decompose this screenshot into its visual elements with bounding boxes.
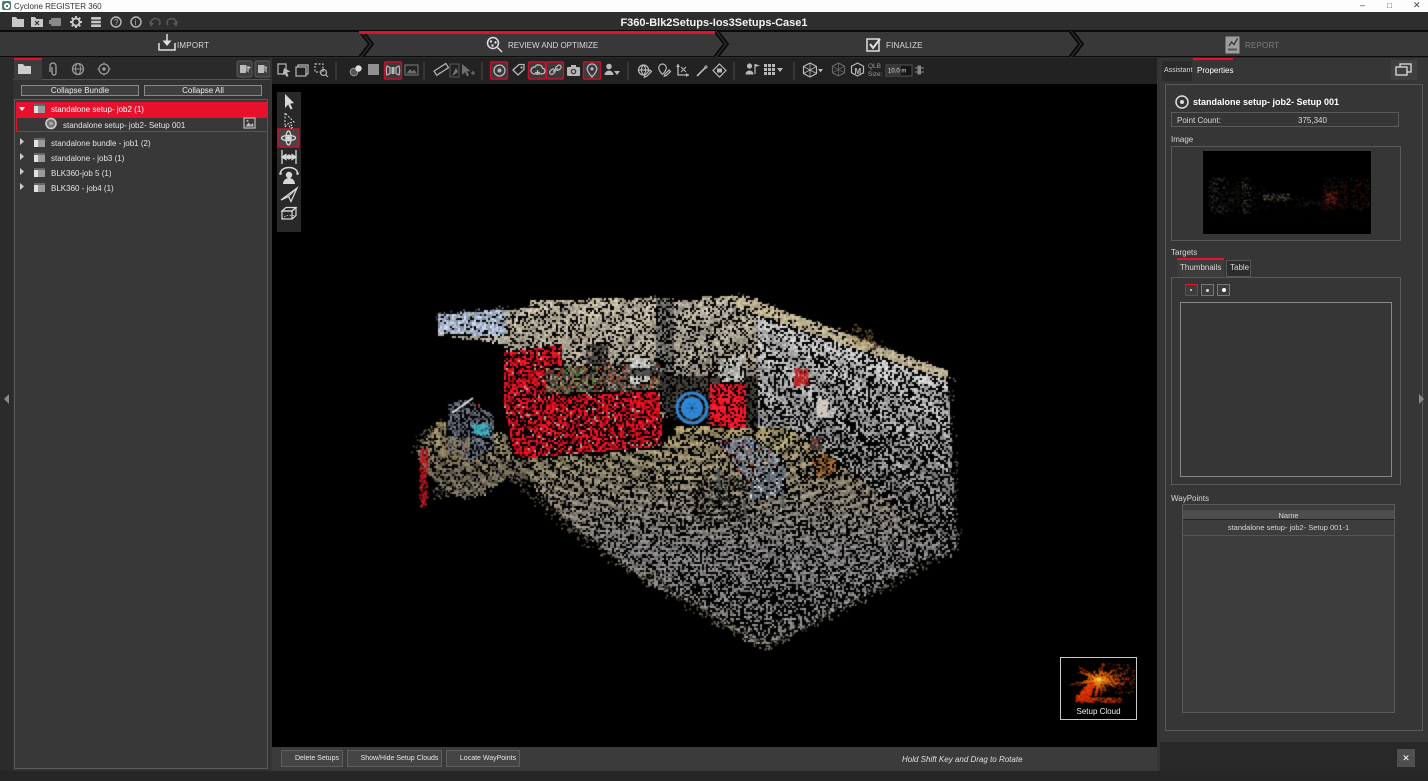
svg-text:+: + (247, 65, 251, 72)
svg-text:QLB: QLB (868, 63, 881, 70)
svg-text:M: M (855, 67, 862, 76)
svg-text:Size:: Size: (868, 71, 883, 78)
svg-text:10.0 m: 10.0 m (888, 69, 906, 75)
